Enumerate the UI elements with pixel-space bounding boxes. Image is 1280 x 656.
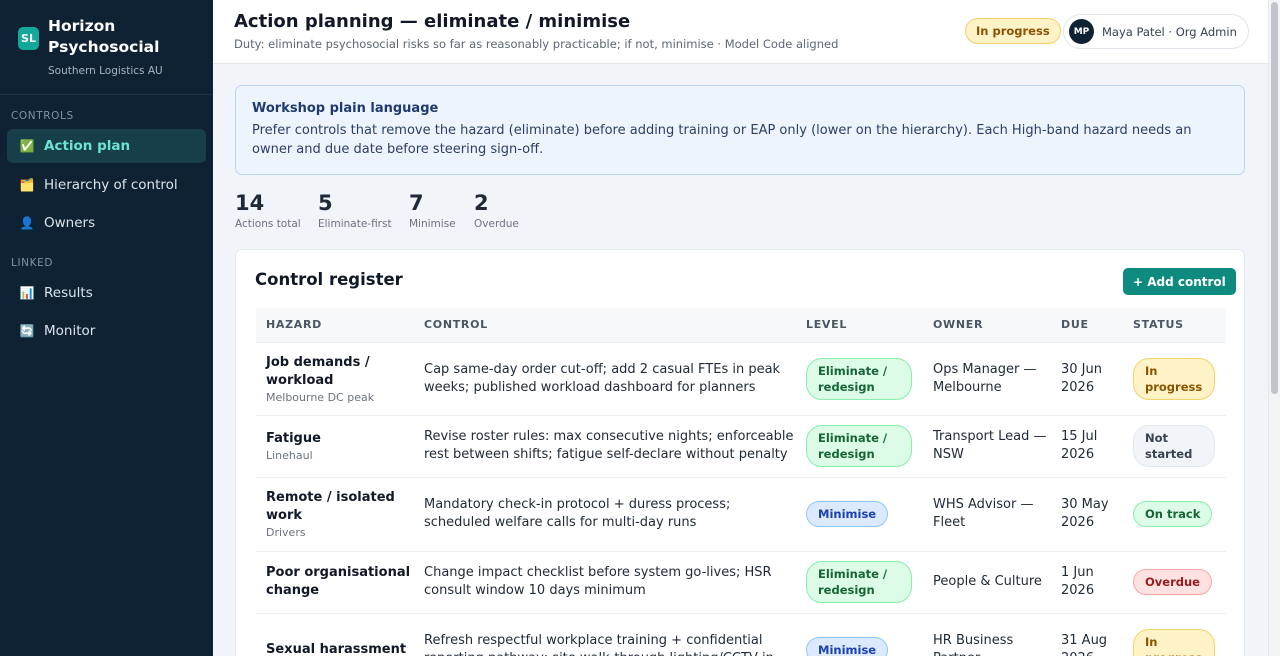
stat-actions-total: 14 Actions total — [235, 191, 301, 230]
duty-statement: Duty: eliminate psychosocial risks so fa… — [234, 37, 839, 51]
avatar: MP — [1069, 19, 1094, 44]
hazard-name: Job demands / workload — [266, 354, 370, 388]
table-header-row: HAZARD CONTROL LEVEL OWNER DUE STATUS — [256, 308, 1226, 342]
due-date: 15 Jul 2026 — [1061, 429, 1098, 462]
card-title: Control register — [255, 270, 403, 289]
section-label-controls: CONTROLS — [11, 110, 74, 122]
hazard-name: Poor organisational change — [266, 565, 411, 598]
owner-name: Ops Manager — Melbourne — [933, 361, 1037, 395]
control-description: Mandatory check-in protocol + duress pro… — [424, 497, 731, 530]
table-row[interactable]: Poor organisational change Change impact… — [256, 551, 1226, 613]
stat-value: 14 — [235, 191, 265, 215]
due-date: 30 Jun 2026 — [1061, 361, 1102, 395]
page-header: Action planning — eliminate / minimise D… — [213, 0, 1268, 64]
level-badge: Eliminate / redesign — [806, 357, 912, 400]
due-date: 30 May 2026 — [1061, 497, 1109, 530]
due-date: 1 Jun 2026 — [1061, 565, 1095, 598]
page-title: Action planning — eliminate / minimise — [234, 11, 631, 32]
sidebar-item-label: Action plan — [44, 138, 131, 154]
stat-overdue: 2 Overdue — [474, 191, 519, 230]
due-date: 31 Aug 2026 — [1061, 633, 1108, 656]
brand: SL Horizon Psychosocial Southern Logisti… — [0, 0, 213, 95]
column-header-control[interactable]: CONTROL — [414, 308, 796, 342]
stat-value: 2 — [474, 191, 489, 215]
owner-name: Transport Lead — NSW — [933, 429, 1047, 462]
refresh-icon: 🔄 — [19, 324, 35, 338]
stat-label: Overdue — [474, 218, 519, 230]
check-box-icon: ✅ — [19, 139, 35, 153]
status-badge: In progress — [965, 18, 1061, 44]
scrollbar-thumb[interactable] — [1271, 2, 1278, 394]
bar-chart-icon: 📊 — [19, 286, 35, 300]
org-name: Southern Logistics AU — [48, 65, 163, 77]
sidebar-item-hierarchy-of-control[interactable]: 🗂️ Hierarchy of control — [7, 168, 206, 202]
info-callout: Workshop plain language Prefer controls … — [235, 85, 1245, 175]
hazard-location: Linehaul — [266, 449, 313, 462]
status-badge: Not started — [1133, 425, 1215, 467]
column-header-owner[interactable]: OWNER — [923, 308, 1051, 342]
user-menu[interactable]: MP Maya Patel · Org Admin — [1063, 14, 1249, 49]
sidebar-item-label: Owners — [44, 215, 96, 231]
column-header-level[interactable]: LEVEL — [796, 308, 923, 342]
org-logo: SL — [18, 27, 39, 50]
sidebar-item-label: Monitor — [44, 323, 96, 339]
table-row[interactable]: Job demands / workload Melbourne DC peak … — [256, 342, 1226, 415]
table-row[interactable]: Fatigue Linehaul Revise roster rules: max… — [256, 415, 1226, 477]
stat-minimise: 7 Minimise — [409, 191, 456, 230]
sidebar-item-owners[interactable]: 👤 Owners — [7, 206, 206, 240]
control-register-table: HAZARD CONTROL LEVEL OWNER DUE STATUS Jo… — [256, 308, 1226, 656]
add-control-button[interactable]: + Add control — [1123, 268, 1236, 295]
control-description: Revise roster rules: max consecutive nig… — [424, 429, 794, 462]
level-badge: Minimise — [806, 501, 889, 527]
control-register-card: Control register + Add control HAZARD CO… — [235, 249, 1245, 656]
app-name: Horizon Psychosocial — [48, 17, 160, 56]
stat-label: Actions total — [235, 218, 301, 230]
control-description: Cap same-day order cut-off; add 2 casual… — [424, 361, 781, 395]
status-badge: In progress — [1133, 629, 1215, 656]
hazard-location: Melbourne DC peak — [266, 390, 375, 404]
hazard-name: Fatigue — [266, 431, 321, 446]
column-header-hazard[interactable]: HAZARD — [256, 308, 414, 342]
sidebar: SL Horizon Psychosocial Southern Logisti… — [0, 0, 213, 656]
control-description: Refresh respectful workplace training + … — [424, 633, 774, 656]
folder-icon: 🗂️ — [19, 178, 35, 192]
sidebar-item-label: Results — [44, 285, 93, 301]
status-badge: On track — [1133, 501, 1213, 527]
control-description: Change impact checklist before system go… — [424, 565, 772, 598]
sidebar-item-action-plan[interactable]: ✅ Action plan — [7, 129, 206, 163]
column-header-due[interactable]: DUE — [1051, 308, 1123, 342]
level-badge: Eliminate / redesign — [806, 561, 912, 603]
hazard-name: Sexual harassment — [266, 642, 407, 656]
stat-eliminate-first: 5 Eliminate-first — [318, 191, 392, 230]
level-badge: Minimise — [806, 637, 889, 656]
hazard-name: Remote / isolated work — [266, 490, 395, 523]
status-badge: In progress — [1133, 357, 1215, 400]
stat-value: 5 — [318, 191, 333, 215]
stat-label: Minimise — [409, 218, 456, 230]
section-label-linked: LINKED — [11, 257, 54, 269]
page-scrollbar[interactable] — [1268, 0, 1280, 656]
sidebar-item-monitor[interactable]: 🔄 Monitor — [7, 314, 206, 348]
table-row[interactable]: Remote / isolated work Drivers Mandatory … — [256, 477, 1226, 551]
person-icon: 👤 — [19, 216, 35, 230]
table-row[interactable]: Sexual harassment Refresh respectful wor… — [256, 613, 1226, 656]
hazard-location: Drivers — [266, 526, 306, 539]
user-name: Maya Patel · Org Admin — [1102, 24, 1237, 39]
owner-name: HR Business Partner — [933, 633, 1014, 656]
owner-name: WHS Advisor — Fleet — [933, 497, 1034, 530]
column-header-status[interactable]: STATUS — [1123, 308, 1226, 342]
callout-title: Workshop plain language — [252, 101, 439, 116]
sidebar-item-results[interactable]: 📊 Results — [7, 276, 206, 310]
status-badge: Overdue — [1133, 569, 1212, 595]
level-badge: Eliminate / redesign — [806, 425, 912, 467]
owner-name: People & Culture — [933, 574, 1042, 589]
callout-body: Prefer controls that remove the hazard (… — [252, 123, 1192, 157]
sidebar-item-label: Hierarchy of control — [44, 177, 178, 193]
stat-label: Eliminate-first — [318, 218, 392, 230]
stat-value: 7 — [409, 191, 424, 215]
